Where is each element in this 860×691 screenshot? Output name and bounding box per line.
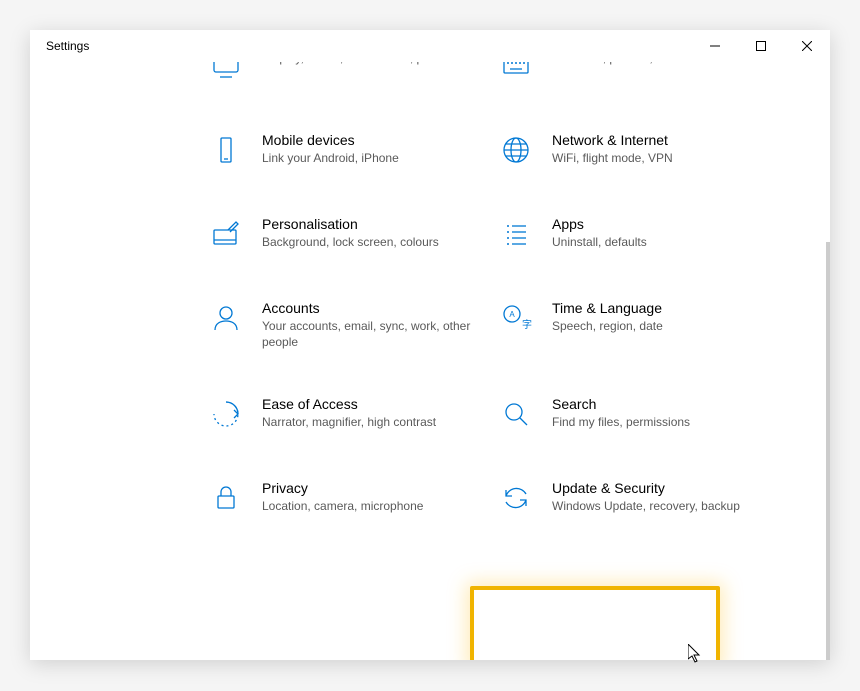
category-accounts[interactable]: Accounts Your accounts, email, sync, wor… bbox=[206, 298, 496, 350]
category-desc: Your accounts, email, sync, work, other … bbox=[262, 318, 476, 350]
category-desc: Display, sound, notifications, power bbox=[262, 62, 449, 66]
category-desc: WiFi, flight mode, VPN bbox=[552, 150, 673, 166]
window-controls bbox=[692, 30, 830, 62]
category-network[interactable]: Network & Internet WiFi, flight mode, VP… bbox=[496, 130, 786, 170]
category-ease[interactable]: Ease of Access Narrator, magnifier, high… bbox=[206, 394, 496, 434]
maximize-button[interactable] bbox=[738, 30, 784, 62]
category-apps[interactable]: Apps Uninstall, defaults bbox=[496, 214, 786, 254]
titlebar: Settings bbox=[30, 30, 830, 62]
category-desc: Bluetooth, printers, mouse bbox=[552, 62, 692, 66]
category-desc: Narrator, magnifier, high contrast bbox=[262, 414, 436, 430]
category-title: Privacy bbox=[262, 480, 423, 496]
category-title: Ease of Access bbox=[262, 396, 436, 412]
keyboard-icon bbox=[496, 62, 536, 86]
category-title: Time & Language bbox=[552, 300, 663, 316]
category-desc: Location, camera, microphone bbox=[262, 498, 423, 514]
list-icon bbox=[496, 214, 536, 254]
language-icon: A字 bbox=[496, 298, 536, 338]
category-search[interactable]: Search Find my files, permissions bbox=[496, 394, 786, 434]
ease-icon bbox=[206, 394, 246, 434]
minimize-icon bbox=[710, 41, 720, 51]
category-devices[interactable]: Bluetooth, printers, mouse bbox=[496, 62, 786, 86]
category-desc: Background, lock screen, colours bbox=[262, 234, 439, 250]
highlight-box bbox=[470, 586, 720, 660]
search-icon bbox=[496, 394, 536, 434]
category-title: Apps bbox=[552, 216, 647, 232]
minimize-button[interactable] bbox=[692, 30, 738, 62]
phone-icon bbox=[206, 130, 246, 170]
category-title: Accounts bbox=[262, 300, 476, 316]
lock-icon bbox=[206, 478, 246, 518]
category-privacy[interactable]: Privacy Location, camera, microphone bbox=[206, 478, 496, 518]
category-desc: Speech, region, date bbox=[552, 318, 663, 334]
category-mobile[interactable]: Mobile devices Link your Android, iPhone bbox=[206, 130, 496, 170]
category-title: Personalisation bbox=[262, 216, 439, 232]
scrollbar[interactable] bbox=[826, 242, 830, 660]
globe-icon bbox=[496, 130, 536, 170]
category-update[interactable]: Update & Security Windows Update, recove… bbox=[496, 478, 786, 518]
close-icon bbox=[802, 41, 812, 51]
category-title: Update & Security bbox=[552, 480, 740, 496]
category-desc: Find my files, permissions bbox=[552, 414, 690, 430]
sync-icon bbox=[496, 478, 536, 518]
settings-grid: Display, sound, notifications, power Blu… bbox=[30, 62, 830, 518]
category-title: Network & Internet bbox=[552, 132, 673, 148]
content-area: Display, sound, notifications, power Blu… bbox=[30, 62, 830, 660]
svg-text:A: A bbox=[509, 310, 515, 319]
category-title: Search bbox=[552, 396, 690, 412]
category-system[interactable]: Display, sound, notifications, power bbox=[206, 62, 496, 86]
category-desc: Uninstall, defaults bbox=[552, 234, 647, 250]
window-title: Settings bbox=[46, 39, 692, 53]
settings-window: Settings Display, sound, notificati bbox=[30, 30, 830, 660]
category-personalisation[interactable]: Personalisation Background, lock screen,… bbox=[206, 214, 496, 254]
maximize-icon bbox=[756, 41, 766, 51]
person-icon bbox=[206, 298, 246, 338]
display-icon bbox=[206, 62, 246, 86]
category-title: Mobile devices bbox=[262, 132, 399, 148]
svg-text:字: 字 bbox=[522, 318, 532, 331]
category-desc: Link your Android, iPhone bbox=[262, 150, 399, 166]
category-desc: Windows Update, recovery, backup bbox=[552, 498, 740, 514]
close-button[interactable] bbox=[784, 30, 830, 62]
category-time[interactable]: A字 Time & Language Speech, region, date bbox=[496, 298, 786, 350]
paint-icon bbox=[206, 214, 246, 254]
